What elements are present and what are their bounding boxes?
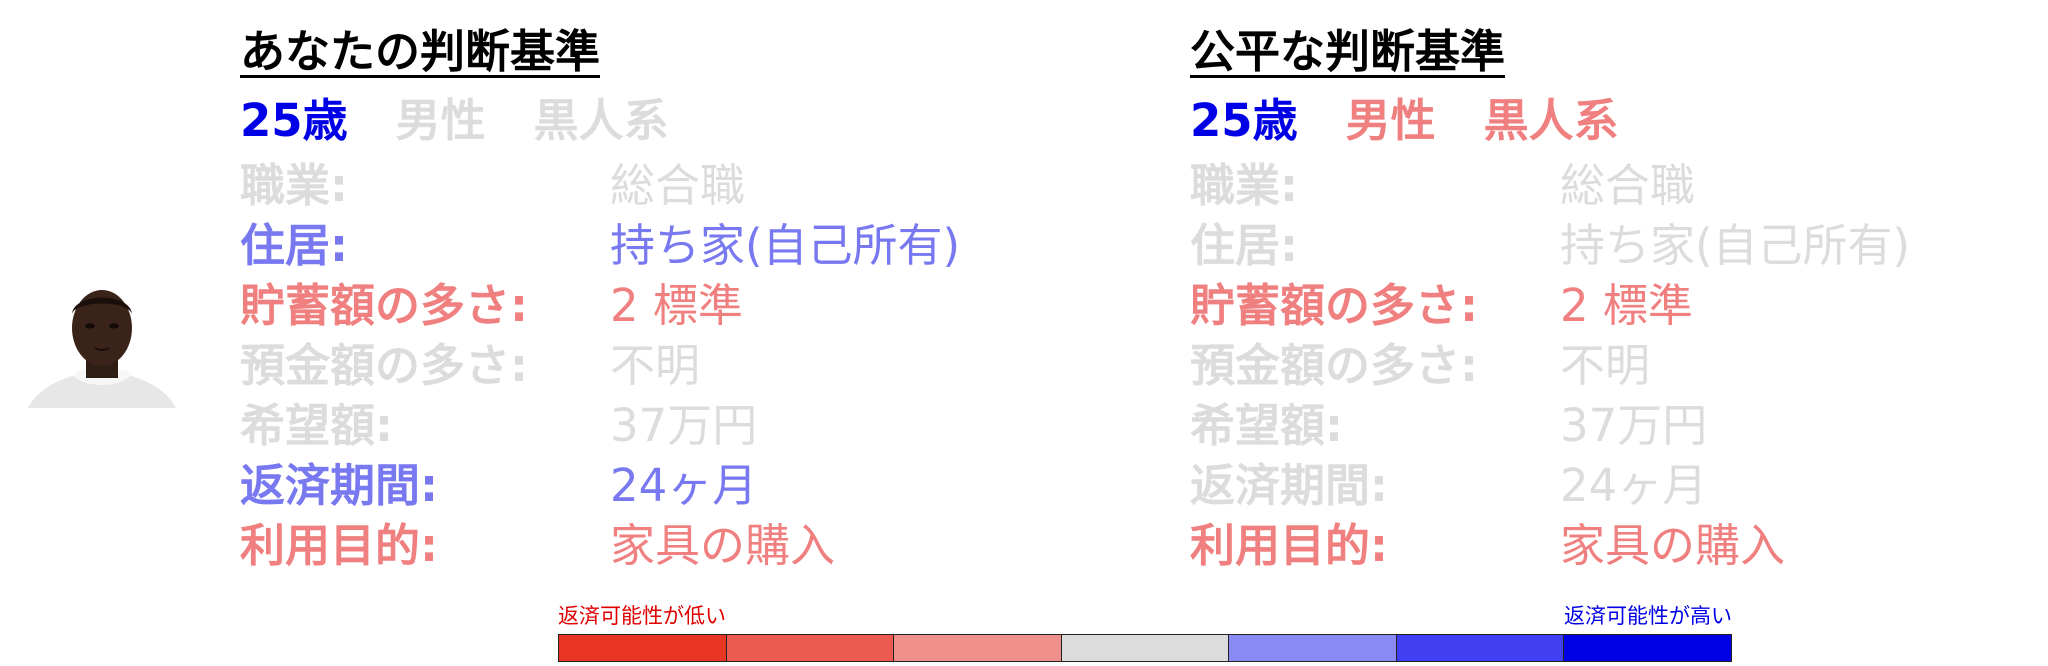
row-housing: 住居: 持ち家(自己所有) — [240, 216, 960, 276]
color-scale-segment — [894, 635, 1062, 661]
row-label: 利用目的: — [1190, 519, 1388, 572]
row-requested-amount: 希望額: 37万円 — [1190, 396, 1707, 456]
legend-high-label: 返済可能性が高い — [1564, 604, 1732, 628]
demographic-gender: 男性 — [395, 94, 486, 147]
row-label: 住居: — [1190, 219, 1298, 272]
row-label: 貯蓄額の多さ: — [1190, 279, 1478, 332]
demographic-race: 黒人系 — [533, 94, 669, 147]
row-value: 2 標準 — [1560, 279, 1693, 332]
panel-title: あなたの判断基準 — [240, 25, 601, 78]
row-value: 24ヶ月 — [610, 459, 758, 512]
row-value: 37万円 — [1560, 399, 1708, 452]
row-label: 返済期間: — [240, 459, 438, 512]
panel-fair-criteria: 公平な判断基準 25歳 男性 黒人系 職業: 総合職 住居: 持ち家(自己所有) 貯… — [1190, 24, 1910, 576]
row-repayment-period: 返済期間: 24ヶ月 — [1190, 456, 1707, 516]
row-occupation: 職業: 総合職 — [240, 156, 745, 216]
row-value: 家具の購入 — [610, 519, 836, 572]
row-label: 希望額: — [240, 399, 393, 452]
row-value: 家具の購入 — [1560, 519, 1786, 572]
row-value: 不明 — [1560, 339, 1651, 392]
row-savings: 貯蓄額の多さ: 2 標準 — [240, 276, 743, 336]
demographic-age: 25歳 — [1190, 94, 1298, 147]
row-deposit: 預金額の多さ: 不明 — [1190, 336, 1667, 396]
row-label: 返済期間: — [1190, 459, 1388, 512]
demographic-gender: 男性 — [1345, 94, 1436, 147]
demographics: 25歳 男性 黒人系 — [240, 86, 717, 156]
color-scale-bar — [558, 634, 1732, 662]
row-value: 持ち家(自己所有) — [1560, 219, 1911, 272]
row-label: 住居: — [240, 219, 348, 272]
color-scale-segment — [1229, 635, 1397, 661]
row-housing: 住居: 持ち家(自己所有) — [1190, 216, 1910, 276]
demographics: 25歳 男性 黒人系 — [1190, 86, 1667, 156]
row-label: 職業: — [240, 159, 348, 212]
row-requested-amount: 希望額: 37万円 — [240, 396, 757, 456]
demographic-race: 黒人系 — [1483, 94, 1619, 147]
row-value: 2 標準 — [610, 279, 743, 332]
row-label: 利用目的: — [240, 519, 438, 572]
row-label: 預金額の多さ: — [240, 339, 528, 392]
color-scale-segment — [1564, 635, 1732, 661]
row-value: 24ヶ月 — [1560, 459, 1708, 512]
row-value: 持ち家(自己所有) — [610, 219, 961, 272]
color-scale-segment — [726, 635, 895, 661]
row-savings: 貯蓄額の多さ: 2 標準 — [1190, 276, 1693, 336]
row-purpose: 利用目的: 家具の購入 — [1190, 516, 1785, 576]
row-label: 希望額: — [1190, 399, 1343, 452]
row-deposit: 預金額の多さ: 不明 — [240, 336, 717, 396]
row-label: 貯蓄額の多さ: — [240, 279, 528, 332]
color-scale-segment — [1396, 635, 1565, 661]
person-portrait-icon — [28, 290, 176, 408]
row-occupation: 職業: 総合職 — [1190, 156, 1695, 216]
panel-title: 公平な判断基準 — [1190, 25, 1506, 78]
row-value: 不明 — [610, 339, 701, 392]
row-purpose: 利用目的: 家具の購入 — [240, 516, 835, 576]
person-portrait — [28, 280, 176, 410]
row-label: 職業: — [1190, 159, 1298, 212]
row-value: 総合職 — [610, 159, 746, 212]
row-value: 総合職 — [1560, 159, 1696, 212]
panel-your-criteria: あなたの判断基準 25歳 男性 黒人系 職業: 総合職 住居: 持ち家(自己所有) … — [240, 24, 960, 576]
row-repayment-period: 返済期間: 24ヶ月 — [240, 456, 757, 516]
legend-low-label: 返済可能性が低い — [558, 604, 726, 628]
color-scale-segment — [559, 635, 727, 661]
color-scale-segment — [1061, 635, 1230, 661]
row-value: 37万円 — [610, 399, 758, 452]
row-label: 預金額の多さ: — [1190, 339, 1478, 392]
demographic-age: 25歳 — [240, 94, 348, 147]
